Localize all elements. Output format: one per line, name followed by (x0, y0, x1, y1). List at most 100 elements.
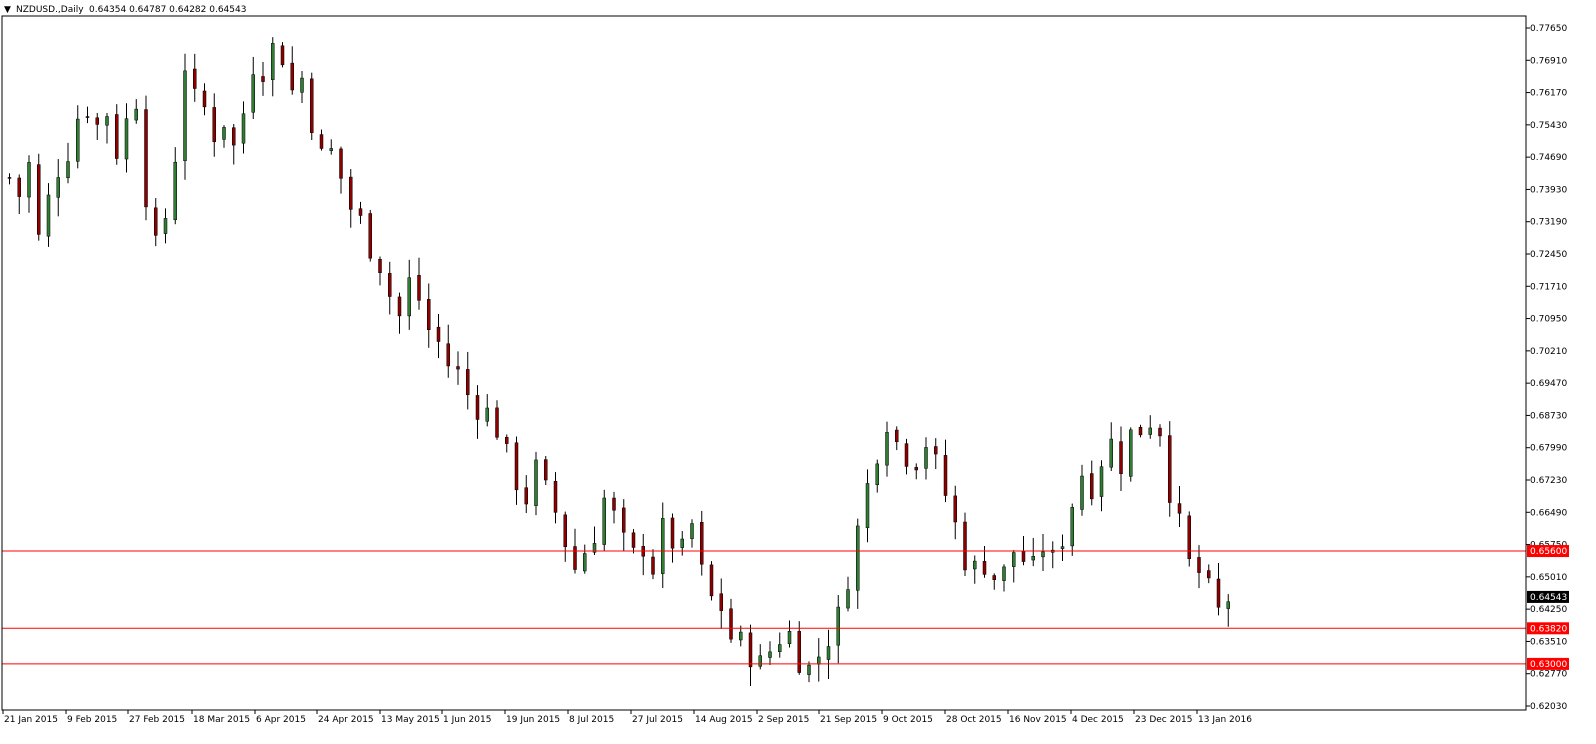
candle-body (631, 532, 636, 548)
x-tick-label: 9 Feb 2015 (67, 715, 117, 725)
y-tick-label: 0.76910 (1530, 56, 1567, 66)
candle (583, 544, 587, 574)
candle-body (173, 161, 177, 221)
candle (1051, 541, 1055, 569)
y-tick-label: 0.65010 (1530, 573, 1567, 583)
candle-body (85, 116, 90, 118)
candle-body (797, 631, 801, 673)
y-tick-label: 0.74690 (1530, 153, 1567, 163)
candle (1002, 564, 1006, 592)
candle (46, 183, 51, 247)
candle-body (807, 664, 811, 675)
candle-body (202, 90, 207, 108)
candle (817, 638, 821, 682)
price-axis[interactable]: 0.77650 0.76910 0.76170 0.75430 0.74690 0.739… (1526, 24, 1567, 712)
candle-body (319, 134, 324, 149)
current-price-tag: 0.64543 (1527, 590, 1569, 603)
x-tick-label: 21 Jan 2015 (4, 715, 58, 725)
candle-body (943, 455, 948, 496)
candle (17, 174, 21, 215)
candle-body (134, 108, 138, 121)
candle-body (7, 177, 12, 179)
candle-body (1119, 441, 1123, 475)
candle (846, 576, 850, 612)
candle (446, 324, 450, 378)
candle (368, 209, 372, 262)
candlestick-chart[interactable]: ▼ NZDUSD.,Daily 0.64354 0.64787 0.64282 … (0, 0, 1596, 744)
line-price-tag: 0.65600 (1527, 545, 1569, 558)
candle-body (427, 299, 431, 330)
time-axis[interactable]: 21 Jan 2015 9 Feb 2015 27 Feb 2015 18 Mar 2… (2, 710, 1252, 725)
candle (378, 256, 382, 286)
candle-body (826, 646, 831, 660)
candle (1187, 511, 1191, 567)
candle (1148, 415, 1152, 439)
candle-body (524, 487, 528, 505)
chart-window[interactable]: ▼ NZDUSD.,Daily 0.64354 0.64787 0.64282 … (0, 0, 1596, 744)
x-tick-label: 9 Oct 2015 (883, 715, 933, 725)
candle-body (583, 553, 587, 572)
candle (973, 555, 977, 584)
candle-body (222, 127, 226, 140)
y-tick-label: 0.63510 (1530, 637, 1567, 647)
ohlc-readout: 0.64354 0.64787 0.64282 0.64543 (89, 5, 246, 15)
candle-body (193, 68, 197, 89)
candle (212, 93, 216, 157)
y-tick-label: 0.77650 (1530, 24, 1567, 34)
candle (66, 142, 70, 184)
candle-body (553, 481, 558, 513)
candle (427, 283, 431, 348)
y-tick-label: 0.67230 (1530, 476, 1567, 486)
candle (553, 472, 558, 524)
candle-body (885, 432, 889, 466)
candle (358, 201, 363, 224)
candle-body (446, 343, 450, 367)
candle-body (378, 258, 382, 273)
candle-body (505, 436, 509, 444)
candle (495, 400, 499, 440)
candle (865, 469, 870, 543)
candle-body (787, 631, 792, 644)
x-tick-label: 18 Mar 2015 (193, 715, 250, 725)
candle-body (212, 107, 216, 143)
candle-body (290, 62, 294, 91)
candle (1012, 550, 1016, 583)
candle (329, 139, 333, 155)
y-tick-label: 0.73190 (1530, 218, 1567, 228)
dropdown-arrow-icon[interactable]: ▼ (4, 5, 11, 15)
candle (1138, 424, 1143, 438)
candle-body (1090, 473, 1094, 500)
x-tick-label: 21 Sep 2015 (820, 715, 877, 725)
candle (729, 598, 733, 643)
candle-body (602, 497, 606, 545)
candle-body (661, 518, 665, 574)
candle (1177, 486, 1182, 528)
candle-body (37, 164, 41, 235)
candle (670, 513, 675, 563)
candle (1109, 422, 1113, 471)
candle-body (66, 161, 70, 179)
candle-body (1080, 475, 1084, 510)
y-tick-label: 0.71710 (1530, 282, 1567, 292)
symbol-label: NZDUSD.,Daily (16, 5, 84, 15)
candle-body (154, 207, 158, 236)
x-tick-label: 4 Dec 2015 (1072, 715, 1124, 725)
candle (1119, 426, 1123, 492)
candle (622, 499, 626, 551)
candle-body (349, 176, 353, 210)
candle-body (1012, 552, 1016, 567)
candle-body (973, 560, 977, 570)
candle (388, 261, 392, 315)
candle-body (680, 538, 684, 548)
candle (534, 451, 538, 516)
candle (797, 621, 801, 675)
x-tick-label: 13 May 2015 (381, 715, 440, 725)
candle-body (1021, 551, 1026, 562)
candle (826, 629, 831, 680)
y-tick-label: 0.62770 (1530, 670, 1567, 680)
candle (719, 578, 723, 629)
y-tick-label: 0.66490 (1530, 508, 1567, 518)
candle-body (563, 514, 567, 548)
candle (924, 437, 928, 480)
candle (1129, 427, 1133, 482)
